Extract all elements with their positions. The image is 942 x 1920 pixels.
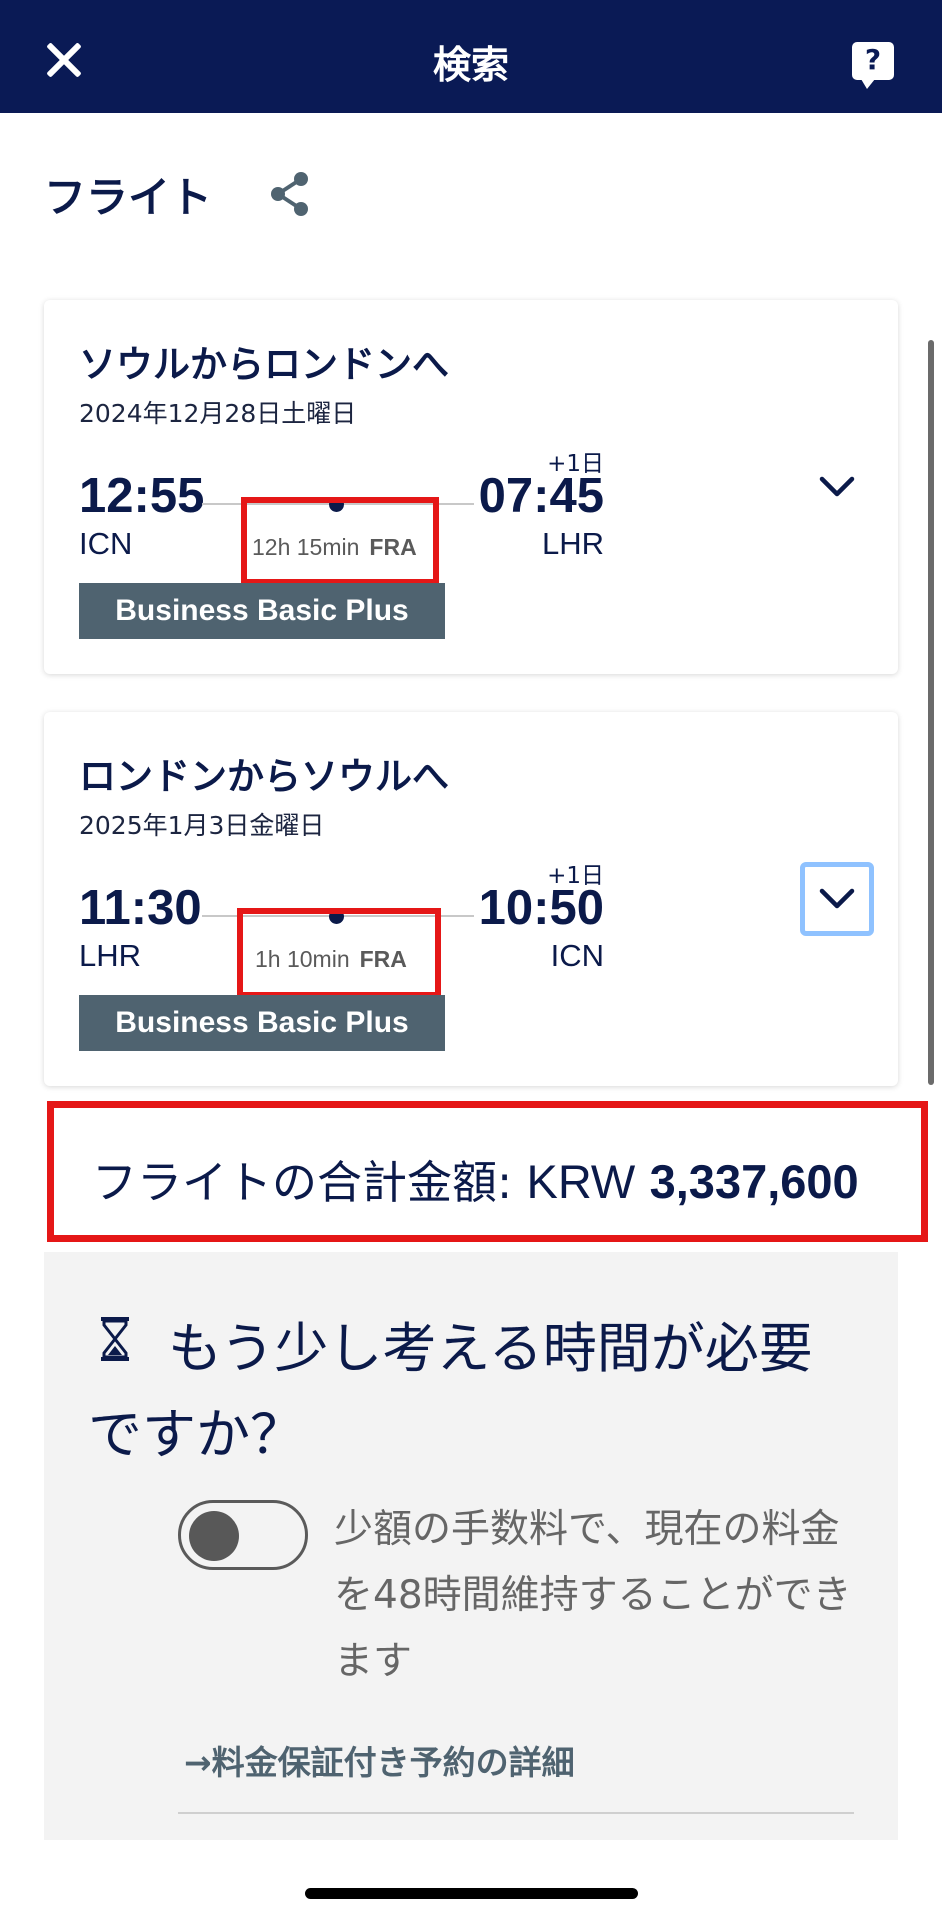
fare-hold-title: もう少し考える時間が必要ですか？ — [88, 1317, 813, 1466]
flight-duration: 1h 10min FRA — [255, 946, 407, 973]
flight-card-return: ロンドンからソウルへ 2025年1月3日金曜日 11:30 LHR 1h 10m… — [44, 712, 898, 1086]
home-indicator — [305, 1888, 638, 1899]
arrow-right-icon: → — [184, 1743, 212, 1782]
chevron-down-icon — [819, 888, 855, 909]
section-title: フライト — [44, 173, 213, 222]
flight-date: 2024年12月28日土曜日 — [79, 399, 357, 428]
total-currency: KRW — [526, 1155, 636, 1208]
stopover-airport: FRA — [359, 946, 407, 972]
flight-duration: 12h 15min FRA — [252, 534, 417, 561]
total-amount: 3,337,600 — [649, 1155, 859, 1208]
arrival-airport: ICN — [550, 938, 604, 973]
flight-card-outbound: ソウルからロンドンへ 2024年12月28日土曜日 12:55 ICN 12h … — [44, 300, 898, 674]
duration-text: 1h 10min — [255, 946, 350, 972]
departure-time: 11:30 — [79, 881, 202, 935]
flight-date: 2025年1月3日金曜日 — [79, 811, 325, 840]
expand-flight-button[interactable] — [800, 450, 874, 524]
fare-class-badge: Business Basic Plus — [79, 995, 445, 1051]
departure-airport: LHR — [79, 938, 142, 973]
total-price: フライトの合計金額: KRW 3,337,600 — [92, 1146, 859, 1211]
fare-hold-toggle[interactable] — [178, 1500, 308, 1570]
duration-text: 12h 15min — [252, 534, 360, 560]
arrival-time: 07:45 — [478, 469, 604, 523]
fare-hold-details-link[interactable]: →料金保証付き予約の詳細 — [184, 1736, 575, 1784]
fare-hold-panel: もう少し考える時間が必要ですか？ 少額の手数料で、現在の料金を48時間維持するこ… — [44, 1252, 898, 1840]
departure-time: 12:55 — [79, 469, 205, 523]
expand-flight-button[interactable] — [800, 862, 874, 936]
scrollbar[interactable] — [928, 340, 934, 1085]
total-price-box: フライトの合計金額: KRW 3,337,600 — [47, 1101, 928, 1242]
flight-route-title: ロンドンからソウルへ — [79, 755, 449, 798]
fare-hold-description: 少額の手数料で、現在の料金を48時間維持することができます — [334, 1507, 852, 1684]
top-bar: 検索 ? — [0, 0, 942, 113]
chevron-down-icon — [819, 476, 855, 497]
toggle-knob — [189, 1511, 239, 1561]
total-label: フライトの合計金額: — [92, 1156, 513, 1209]
help-chat-icon[interactable]: ? — [852, 42, 894, 89]
page-title: 検索 — [432, 43, 509, 87]
flight-route-title: ソウルからロンドンへ — [79, 343, 449, 386]
departure-airport: ICN — [79, 526, 133, 561]
divider — [178, 1812, 854, 1814]
arrival-airport: LHR — [541, 526, 604, 561]
stopover-airport: FRA — [369, 534, 417, 560]
fare-class-badge: Business Basic Plus — [79, 583, 445, 639]
share-icon[interactable] — [268, 170, 312, 218]
arrival-time: 10:50 — [478, 881, 604, 935]
fare-hold-link-text: 料金保証付き予約の詳細 — [211, 1743, 575, 1782]
